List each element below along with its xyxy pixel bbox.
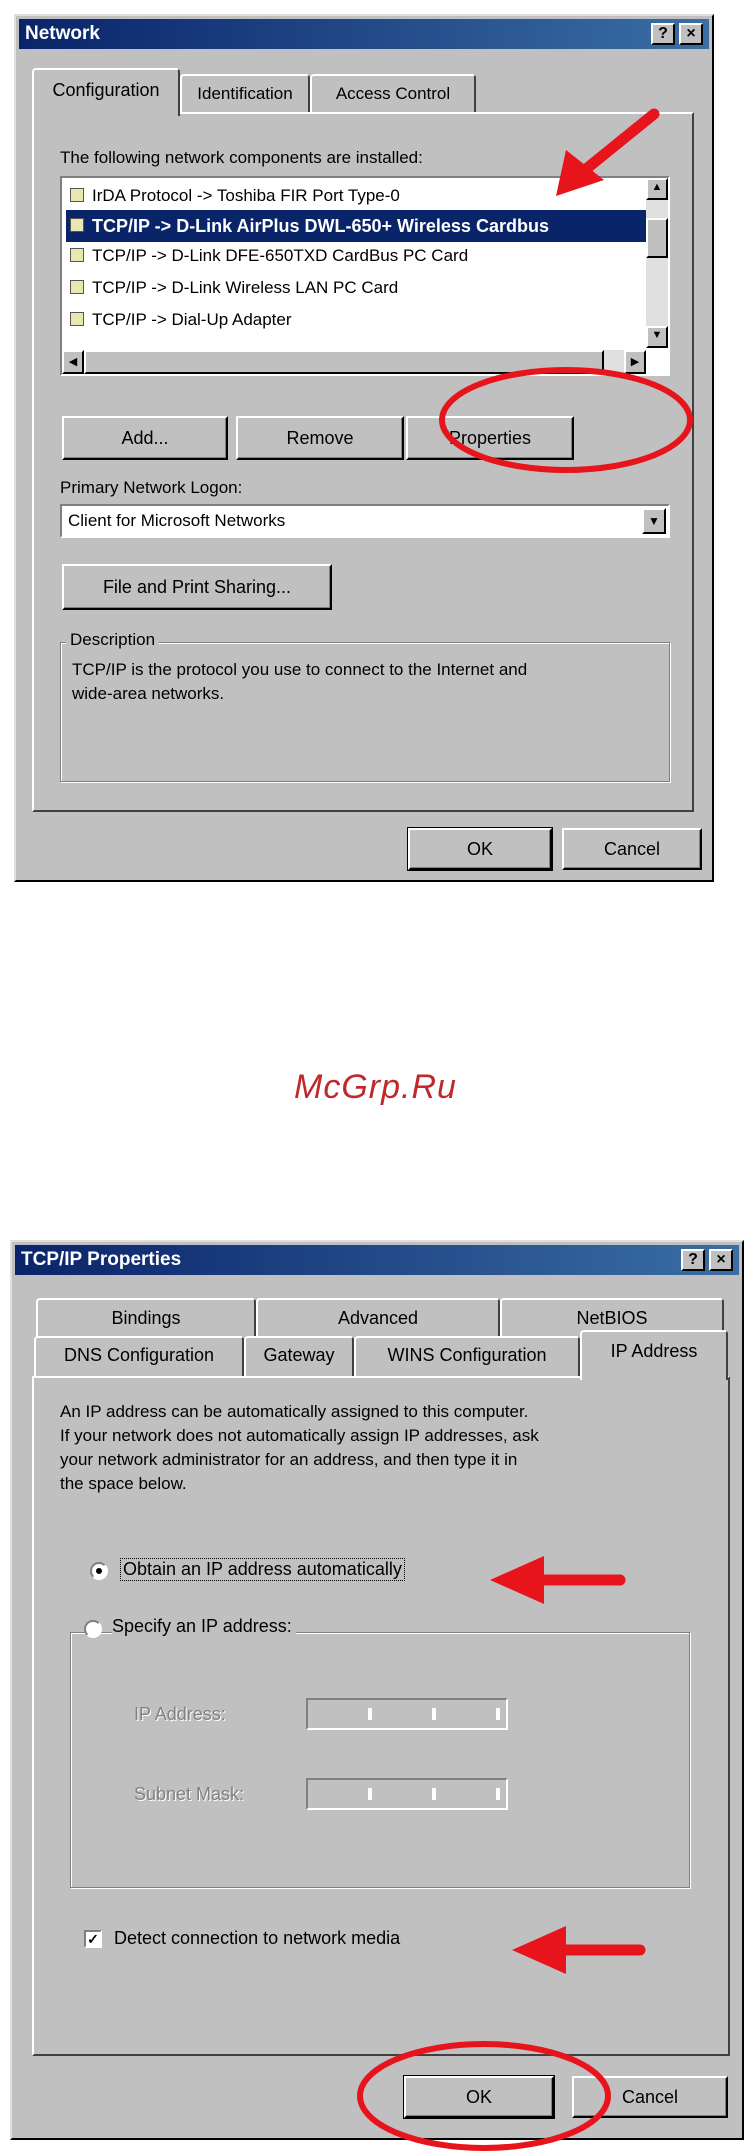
ip-separator (368, 1708, 372, 1720)
watermark-text: McGrp.Ru (294, 1068, 457, 1106)
tab-label: DNS Configuration (63, 1345, 215, 1365)
detect-media-checkbox[interactable]: ✓ (84, 1930, 102, 1948)
tab-configuration[interactable]: Configuration (32, 68, 180, 116)
list-item-selected[interactable]: TCP/IP -> D-Link AirPlus DWL-650+ Wirele… (66, 210, 666, 242)
ip-separator (432, 1788, 436, 1800)
logon-label: Primary Network Logon: (60, 478, 243, 497)
specify-ip-label[interactable]: Specify an IP address: (112, 1616, 296, 1637)
tab-label: Bindings (111, 1308, 181, 1328)
configuration-panel: The following network components are ins… (32, 112, 694, 812)
logon-value: Client for Microsoft Networks (68, 511, 286, 530)
ip-address-panel: An IP address can be automatically assig… (32, 1376, 730, 2056)
close-button[interactable]: × (709, 1249, 733, 1271)
horizontal-scroll-thumb[interactable] (84, 350, 604, 374)
tcpip-title: TCP/IP Properties (21, 1249, 182, 1270)
tab-ip-address[interactable]: IP Address (580, 1330, 728, 1380)
protocol-icon (70, 188, 84, 202)
list-item[interactable]: TCP/IP -> D-Link Wireless LAN PC Card (66, 276, 626, 300)
properties-button[interactable]: Properties (406, 416, 574, 460)
specify-ip-radio[interactable] (84, 1620, 102, 1638)
intro-text: An IP address can be automatically assig… (60, 1402, 529, 1421)
vertical-scroll-thumb[interactable] (646, 218, 668, 258)
obtain-ip-label[interactable]: Obtain an IP address automatically (120, 1558, 405, 1581)
list-item[interactable]: TCP/IP -> D-Link DFE-650TXD CardBus PC C… (66, 244, 626, 268)
intro-text: If your network does not automatically a… (60, 1426, 539, 1445)
tab-label: Configuration (52, 80, 160, 100)
scroll-up-button[interactable]: ▲ (646, 178, 668, 200)
scroll-down-button[interactable]: ▼ (646, 326, 668, 348)
help-button[interactable]: ? (681, 1249, 705, 1271)
ip-separator (496, 1788, 500, 1800)
tcpip-titlebar[interactable]: TCP/IP Properties ? × (15, 1245, 739, 1275)
protocol-icon (70, 280, 84, 294)
ip-separator (432, 1708, 436, 1720)
tab-gateway[interactable]: Gateway (244, 1336, 354, 1376)
tab-identification[interactable]: Identification (180, 74, 310, 114)
protocol-icon (70, 248, 84, 262)
ok-button[interactable]: OK (407, 827, 553, 871)
cancel-button[interactable]: Cancel (562, 828, 702, 870)
tab-advanced[interactable]: Advanced (256, 1298, 500, 1338)
tab-label: WINS Configuration (387, 1345, 547, 1365)
components-list[interactable]: IrDA Protocol -> Toshiba FIR Port Type-0… (60, 176, 670, 376)
scroll-right-button[interactable]: ▶ (624, 350, 646, 374)
description-label: Description (66, 630, 160, 650)
tab-wins-configuration[interactable]: WINS Configuration (354, 1336, 580, 1376)
network-title: Network (25, 23, 100, 44)
ip-separator (496, 1708, 500, 1720)
file-print-sharing-button[interactable]: File and Print Sharing... (62, 564, 332, 610)
ip-address-label: IP Address: (134, 1704, 226, 1724)
subnet-mask-field[interactable] (306, 1778, 508, 1810)
close-button[interactable]: × (679, 23, 703, 45)
help-button[interactable]: ? (651, 23, 675, 45)
subnet-mask-label: Subnet Mask: (134, 1784, 245, 1804)
protocol-icon (70, 312, 84, 326)
tab-bindings[interactable]: Bindings (36, 1298, 256, 1338)
network-titlebar[interactable]: Network ? × (19, 19, 709, 49)
detect-media-label[interactable]: Detect connection to network media (114, 1928, 400, 1949)
intro-text: the space below. (60, 1474, 187, 1493)
description-text: wide-area networks. (72, 684, 225, 703)
list-item[interactable]: IrDA Protocol -> Toshiba FIR Port Type-0 (66, 184, 626, 208)
components-label: The following network components are ins… (60, 148, 423, 167)
description-text: TCP/IP is the protocol you use to connec… (72, 660, 528, 679)
tab-dns-configuration[interactable]: DNS Configuration (34, 1336, 244, 1376)
remove-button[interactable]: Remove (236, 416, 404, 460)
list-item-label: TCP/IP -> D-Link DFE-650TXD CardBus PC C… (92, 246, 469, 265)
tab-label: Advanced (337, 1308, 419, 1328)
network-dialog: Network ? × Configuration Identification… (14, 14, 714, 882)
logon-select[interactable]: Client for Microsoft Networks ▼ (60, 504, 670, 538)
specify-ip-group (70, 1632, 690, 1888)
ok-button[interactable]: OK (403, 2075, 555, 2119)
list-item-label: TCP/IP -> D-Link Wireless LAN PC Card (92, 278, 399, 297)
list-item-label: TCP/IP -> Dial-Up Adapter (92, 310, 292, 329)
list-item[interactable]: TCP/IP -> Dial-Up Adapter (66, 308, 626, 332)
tcpip-dialog: TCP/IP Properties ? × Bindings Advanced … (10, 1240, 744, 2140)
ip-address-field[interactable] (306, 1698, 508, 1730)
tab-access-control[interactable]: Access Control (310, 74, 476, 114)
scroll-left-button[interactable]: ◀ (62, 350, 84, 374)
tab-label: Access Control (335, 84, 451, 103)
protocol-icon (70, 218, 84, 232)
chevron-down-icon[interactable]: ▼ (642, 508, 666, 534)
tab-label: Identification (197, 84, 293, 103)
add-button[interactable]: Add... (62, 416, 228, 460)
intro-text: your network administrator for an addres… (60, 1450, 518, 1469)
list-item-label: TCP/IP -> D-Link AirPlus DWL-650+ Wirele… (92, 216, 549, 236)
tab-label: NetBIOS (576, 1308, 648, 1328)
ip-separator (368, 1788, 372, 1800)
tab-label: IP Address (610, 1341, 698, 1361)
cancel-button[interactable]: Cancel (572, 2076, 728, 2118)
obtain-ip-radio[interactable] (90, 1562, 108, 1580)
list-item-label: IrDA Protocol -> Toshiba FIR Port Type-0 (92, 186, 400, 205)
tab-label: Gateway (263, 1345, 335, 1365)
